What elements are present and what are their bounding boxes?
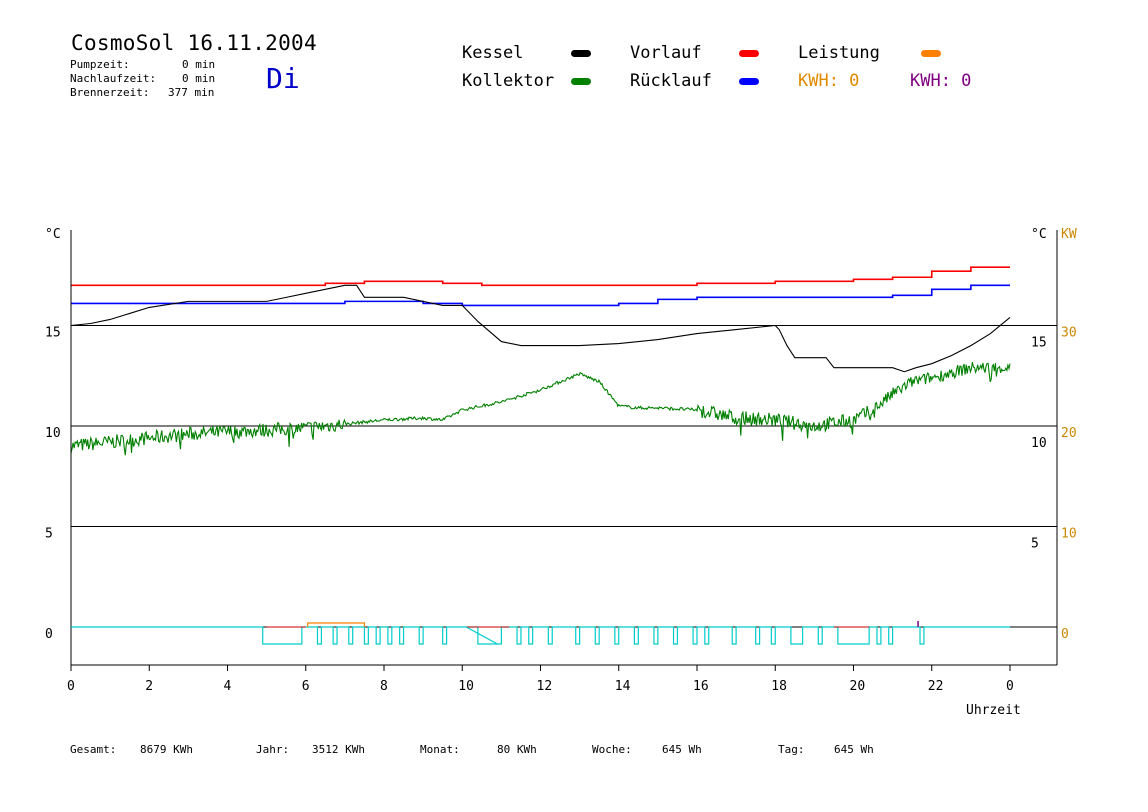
footer-tag-value: 645 Wh — [834, 743, 874, 756]
footer-woche-label: Woche: — [592, 743, 632, 756]
x-tick-label: 4 — [224, 679, 232, 694]
y-right-tick-label: 5 — [1031, 537, 1039, 552]
footer-jahr-value: 3512 KWh — [312, 743, 365, 756]
y-left-unit-label: °C — [45, 227, 61, 242]
x-tick-label: 12 — [537, 679, 553, 694]
y-right-kw-tick-label: 30 — [1061, 326, 1077, 341]
footer-monat-value: 80 KWh — [497, 743, 537, 756]
footer-monat-label: Monat: — [420, 743, 460, 756]
x-axis-title: Uhrzeit — [966, 703, 1021, 718]
footer-gesamt-value: 8679 KWh — [140, 743, 193, 756]
y-left-tick-label: 10 — [45, 426, 61, 441]
x-tick-label: 14 — [615, 679, 631, 694]
pump-pulse-layer — [71, 621, 1010, 645]
y-right-unit-label: °C — [1031, 227, 1047, 242]
series-line-kessel — [70, 284, 1011, 373]
y-right-kw-tick-label: 10 — [1061, 527, 1077, 542]
footer-gesamt-label: Gesamt: — [70, 743, 117, 756]
x-tick-label: 16 — [693, 679, 709, 694]
y-right-tick-label: 15 — [1031, 336, 1047, 351]
x-tick-label: 22 — [928, 679, 944, 694]
y-left-tick-label: 5 — [45, 527, 53, 542]
temperature-chart: °C °C KW 15 10 5 0 15 10 5 30 20 10 0 0 2 4 6 8 10 12 14 16 18 2… — [45, 227, 1077, 718]
y-right-kw-tick-label: 0 — [1061, 627, 1069, 642]
x-tick-label: 0 — [67, 679, 75, 694]
y-left-tick-label: 0 — [45, 627, 53, 642]
x-tick-label: 20 — [850, 679, 866, 694]
series-layer — [70, 266, 1011, 456]
footer-tag-label: Tag: — [778, 743, 805, 756]
y-right-kw-unit-label: KW — [1061, 227, 1077, 242]
y-right-tick-label: 10 — [1031, 436, 1047, 451]
series-line-kollektor — [70, 361, 1011, 456]
series-line-vorlauf — [71, 266, 1010, 287]
y-left-tick-label: 15 — [45, 326, 61, 341]
x-tick-label: 2 — [145, 679, 153, 694]
grid-layer — [71, 325, 1057, 628]
y-right-kw-tick-label: 20 — [1061, 426, 1077, 441]
footer-woche-value: 645 Wh — [662, 743, 702, 756]
x-tick-label: 18 — [771, 679, 787, 694]
x-tick-label: 10 — [458, 679, 474, 694]
pump-pulse-ramp — [465, 626, 498, 645]
footer-jahr-label: Jahr: — [256, 743, 290, 756]
x-tick-label: 6 — [302, 679, 310, 694]
pump-pulse-line — [71, 626, 1010, 645]
series-line-ruecklauf — [71, 284, 1010, 307]
x-tick-label: 0 — [1006, 679, 1014, 694]
x-tick-label: 8 — [380, 679, 388, 694]
